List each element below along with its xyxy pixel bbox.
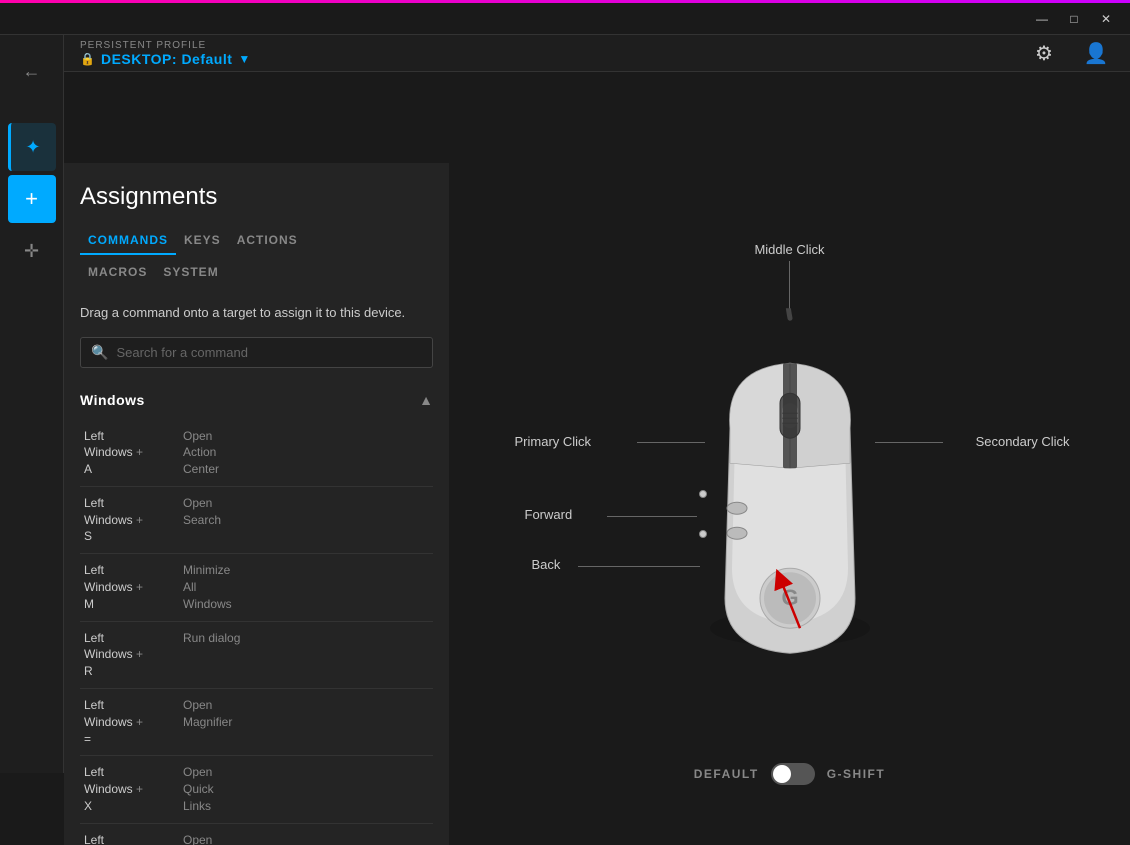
minimize-button[interactable]: —	[1026, 5, 1058, 33]
desktop-chevron-icon[interactable]: ▼	[238, 52, 250, 66]
tabs-row-2: MACROS SYSTEM	[80, 259, 433, 287]
desktop-label: 🔒 DESKTOP: Default ▼	[80, 51, 250, 67]
command-description: Run dialog	[183, 630, 240, 647]
command-keys: Left Windows + S	[84, 495, 179, 545]
add-icon: +	[25, 186, 38, 212]
tab-keys[interactable]: KEYS	[176, 227, 229, 255]
command-description: Minimize All Windows	[183, 562, 232, 612]
command-description: Open Windows Game Bar	[183, 832, 238, 845]
command-keys: Left Windows + =	[84, 697, 179, 747]
tab-system[interactable]: SYSTEM	[155, 259, 226, 287]
sidebar-item-lighting[interactable]: ✦	[8, 123, 56, 171]
gshift-toggle[interactable]	[771, 763, 815, 785]
sidebar-item-move[interactable]: ✛	[8, 227, 56, 275]
persistent-profile-label: PERSISTENT PROFILE	[80, 40, 250, 51]
tab-commands[interactable]: COMMANDS	[80, 227, 176, 255]
windows-section-title: Windows	[80, 392, 145, 408]
assignments-title: Assignments	[80, 183, 433, 211]
back-label: Back	[532, 556, 561, 574]
title-bar: — □ ✕	[0, 3, 1130, 35]
profile-button[interactable]: 👤	[1078, 35, 1114, 71]
tab-actions[interactable]: ACTIONS	[229, 227, 306, 255]
command-keys: Left Windows + R	[84, 630, 179, 680]
command-description: Open Quick Links	[183, 764, 214, 814]
close-button[interactable]: ✕	[1090, 5, 1122, 33]
forward-label: Forward	[525, 506, 573, 524]
settings-button[interactable]: ⚙	[1026, 35, 1062, 71]
list-item[interactable]: Left Windows + M Minimize All Windows	[80, 554, 433, 621]
list-item[interactable]: Left Windows + = Open Magnifier	[80, 689, 433, 756]
list-item[interactable]: Left Windows + X Open Quick Links	[80, 756, 433, 823]
back-arrow-icon: ←	[23, 61, 41, 82]
default-label: DEFAULT	[694, 767, 759, 781]
command-description: Open Search	[183, 495, 221, 529]
windows-section-chevron-icon: ▲	[419, 392, 433, 408]
sidebar-item-back[interactable]: ←	[8, 47, 56, 95]
left-panel: Assignments COMMANDS KEYS ACTIONS MACROS…	[64, 163, 449, 845]
header: PERSISTENT PROFILE 🔒 DESKTOP: Default ▼ …	[64, 35, 1130, 72]
list-item[interactable]: Left Windows + S Open Search	[80, 487, 433, 554]
primary-click-label: Primary Click	[515, 433, 592, 451]
command-description: Open Magnifier	[183, 697, 232, 731]
mouse-diagram-container: Middle Click Primary Click Secondary Cli…	[490, 223, 1090, 743]
sidebar-item-add[interactable]: +	[8, 175, 56, 223]
gshift-label: G-SHIFT	[827, 767, 886, 781]
header-actions: ⚙ 👤	[1026, 35, 1114, 71]
command-keys: Left Windows + A	[84, 428, 179, 478]
secondary-click-label: Secondary Click	[976, 433, 1070, 451]
move-icon: ✛	[24, 241, 39, 262]
search-box: 🔍	[80, 337, 433, 368]
windows-section-header[interactable]: Windows ▲	[80, 384, 433, 416]
profile-info: PERSISTENT PROFILE 🔒 DESKTOP: Default ▼	[80, 40, 250, 67]
mouse-svg: G	[680, 308, 900, 688]
middle-click-label: Middle Click	[754, 241, 824, 259]
back-dot	[699, 530, 707, 538]
command-description: Open Action Center	[183, 428, 219, 478]
right-panel: Middle Click Primary Click Secondary Cli…	[449, 163, 1130, 845]
icon-bar: ← ✦ + ✛	[0, 35, 64, 773]
command-keys: Left Windows + X	[84, 764, 179, 814]
command-keys: Left Windows + G	[84, 832, 179, 845]
lighting-icon: ✦	[25, 137, 40, 158]
maximize-button[interactable]: □	[1058, 5, 1090, 33]
toggle-area: DEFAULT G-SHIFT	[694, 763, 885, 785]
list-item[interactable]: Left Windows + G Open Windows Game Bar	[80, 824, 433, 845]
list-item[interactable]: Left Windows + R Run dialog	[80, 622, 433, 689]
search-input[interactable]	[116, 345, 422, 360]
user-icon: 👤	[1084, 41, 1109, 66]
app-layout: ← ✦ + ✛ PERSISTENT PROFILE 🔒 DESKTOP: De…	[0, 35, 1130, 773]
gear-icon: ⚙	[1035, 41, 1053, 66]
desktop-label-text: DESKTOP: Default	[101, 51, 232, 67]
list-item[interactable]: Left Windows + A Open Action Center	[80, 420, 433, 487]
drag-instruction: Drag a command onto a target to assign i…	[80, 303, 433, 323]
content-area: Assignments COMMANDS KEYS ACTIONS MACROS…	[64, 163, 1130, 845]
lock-icon: 🔒	[80, 52, 95, 66]
tabs-row-1: COMMANDS KEYS ACTIONS	[80, 227, 433, 255]
command-keys: Left Windows + M	[84, 562, 179, 612]
search-icon: 🔍	[91, 344, 108, 361]
forward-dot	[699, 490, 707, 498]
window-controls: — □ ✕	[1026, 5, 1122, 33]
tab-macros[interactable]: MACROS	[80, 259, 155, 287]
